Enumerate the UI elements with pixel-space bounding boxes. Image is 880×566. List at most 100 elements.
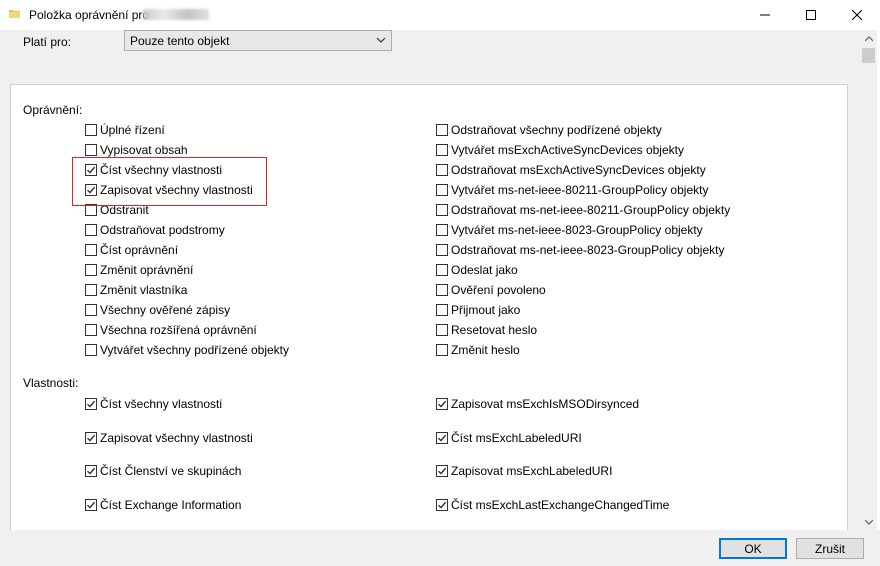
checkbox-item[interactable]: Odstraňovat podstromy [85,223,225,237]
checkbox-label: Přijmout jako [451,303,521,317]
applies-to-select[interactable]: Pouze tento objekt [124,30,392,51]
checkbox-unchecked[interactable] [85,144,97,156]
checkmark-icon [87,400,96,408]
checkbox-item[interactable]: Odeslat jako [436,263,518,277]
checkbox-label: Odstraňovat všechny podřízené objekty [451,123,662,137]
checkbox-unchecked[interactable] [85,124,97,136]
checkbox-item[interactable]: Číst msExchLabeledURI [436,431,582,445]
vertical-scrollbar[interactable] [860,30,877,530]
checkbox-label: Číst oprávnění [100,243,179,257]
checkbox-item[interactable]: Vypisovat obsah [85,143,188,157]
checkbox-item[interactable]: Odstraňovat ms-net-ieee-8023-GroupPolicy… [436,243,724,257]
checkbox-item[interactable]: Změnit oprávnění [85,263,193,277]
checkmark-icon [438,467,447,475]
checkbox-label: Číst msExchLastExchangeChangedTime [451,497,670,512]
checkbox-label: Všechna rozšířená oprávnění [100,323,257,337]
checkbox-unchecked[interactable] [436,204,448,216]
checkbox-item[interactable]: Vytvářet msExchActiveSyncDevices objekty [436,143,684,157]
checkbox-item[interactable]: Číst oprávnění [85,243,178,257]
checkmark-icon [438,400,447,408]
checkbox-label: Ověření povoleno [451,283,546,297]
checkbox-item[interactable]: Vytvářet ms-net-ieee-8023-GroupPolicy ob… [436,223,703,237]
checkbox-checked[interactable] [436,498,448,511]
window-title: Položka oprávnění pro [29,8,150,22]
checkbox-checked[interactable] [436,465,448,477]
checkbox-label: Vytvářet ms-net-ieee-8023-GroupPolicy ob… [451,223,703,237]
checkbox-checked[interactable] [436,398,448,410]
checkbox-checked[interactable] [85,465,97,477]
checkbox-unchecked[interactable] [436,264,448,276]
checkbox-label: Resetovat heslo [451,323,538,337]
maximize-button[interactable] [788,0,834,30]
dialog-footer: OK Zrušit [0,530,880,566]
checkbox-unchecked[interactable] [85,244,97,256]
checkbox-item[interactable]: Všechna rozšířená oprávnění [85,323,257,337]
redacted-name [143,9,209,20]
checkbox-item[interactable]: Zapisovat msExchIsMSODirsynced [436,397,639,411]
scroll-thumb[interactable] [862,48,875,63]
permissions-section-label: Oprávnění: [23,103,83,117]
checkbox-unchecked[interactable] [436,124,448,136]
ok-button[interactable]: OK [719,538,787,559]
checkbox-label: Zapisovat všechny vlastnosti [100,430,253,445]
dialog-content: Platí pro: Pouze tento objekt Oprávnění:… [0,30,860,530]
checkbox-item[interactable]: Změnit vlastníka [85,283,187,297]
title-bar: Položka oprávnění pro [0,0,880,30]
checkbox-label: Zapisovat msExchIsMSODirsynced [451,397,640,411]
checkbox-item[interactable]: Resetovat heslo [436,323,537,337]
checkbox-label: Vypisovat obsah [100,143,188,157]
checkbox-unchecked[interactable] [436,164,448,176]
checkbox-checked[interactable] [436,431,448,444]
checkbox-item[interactable]: Číst msExchLastExchangeChangedTime [436,498,669,512]
checkbox-item[interactable]: Úplné řízení [85,123,165,137]
checkbox-label: Úplné řízení [100,123,165,137]
checkbox-item[interactable]: Všechny ověřené zápisy [85,303,230,317]
close-button[interactable] [834,0,880,30]
checkbox-unchecked[interactable] [85,284,97,296]
checkbox-unchecked[interactable] [436,344,448,356]
checkbox-item[interactable]: Změnit heslo [436,343,520,357]
checkbox-item[interactable]: Číst všechny vlastnosti [85,397,222,411]
checkbox-item[interactable]: Číst Členství ve skupinách [85,464,241,478]
checkbox-checked[interactable] [85,498,97,511]
checkbox-item[interactable]: Zapisovat msExchLabeledURI [436,464,612,478]
scroll-down-button[interactable] [860,513,877,530]
checkbox-label: Změnit oprávnění [100,263,194,277]
checkbox-unchecked[interactable] [85,324,97,336]
checkbox-unchecked[interactable] [436,244,448,256]
checkbox-label: Odeslat jako [451,263,518,277]
checkbox-unchecked[interactable] [436,224,448,236]
checkbox-unchecked[interactable] [436,284,448,296]
checkbox-unchecked[interactable] [85,224,97,236]
checkbox-item[interactable]: Číst Exchange Information [85,498,241,512]
checkmark-icon [87,467,96,475]
properties-section-label: Vlastnosti: [23,376,79,390]
maximize-icon [806,10,816,20]
checkbox-unchecked[interactable] [436,184,448,196]
checkbox-item[interactable]: Odstraňovat všechny podřízené objekty [436,123,662,137]
checkbox-checked[interactable] [85,398,97,410]
minimize-icon [760,14,770,16]
cancel-button[interactable]: Zrušit [796,538,864,559]
checkbox-unchecked[interactable] [436,304,448,316]
checkbox-unchecked[interactable] [85,264,97,276]
scroll-up-button[interactable] [860,30,877,47]
checkbox-label: Číst msExchLabeledURI [451,430,582,445]
applies-to-label: Platí pro: [23,35,72,49]
checkbox-item[interactable]: Odstraňovat ms-net-ieee-80211-GroupPolic… [436,203,730,217]
checkbox-item[interactable]: Vytvářet ms-net-ieee-80211-GroupPolicy o… [436,183,708,197]
checkbox-checked[interactable] [85,431,97,444]
checkbox-label: Číst Exchange Information [100,497,242,512]
checkbox-unchecked[interactable] [85,304,97,316]
checkbox-label: Změnit heslo [451,343,520,357]
checkbox-label: Vytvářet msExchActiveSyncDevices objekty [451,143,684,157]
checkbox-unchecked[interactable] [436,144,448,156]
checkbox-item[interactable]: Odstraňovat msExchActiveSyncDevices obje… [436,163,706,177]
checkbox-item[interactable]: Vytvářet všechny podřízené objekty [85,343,289,357]
minimize-button[interactable] [742,0,788,30]
checkbox-item[interactable]: Přijmout jako [436,303,520,317]
checkbox-item[interactable]: Zapisovat všechny vlastnosti [85,431,253,445]
checkbox-unchecked[interactable] [436,324,448,336]
checkbox-item[interactable]: Ověření povoleno [436,283,546,297]
checkbox-unchecked[interactable] [85,344,97,356]
